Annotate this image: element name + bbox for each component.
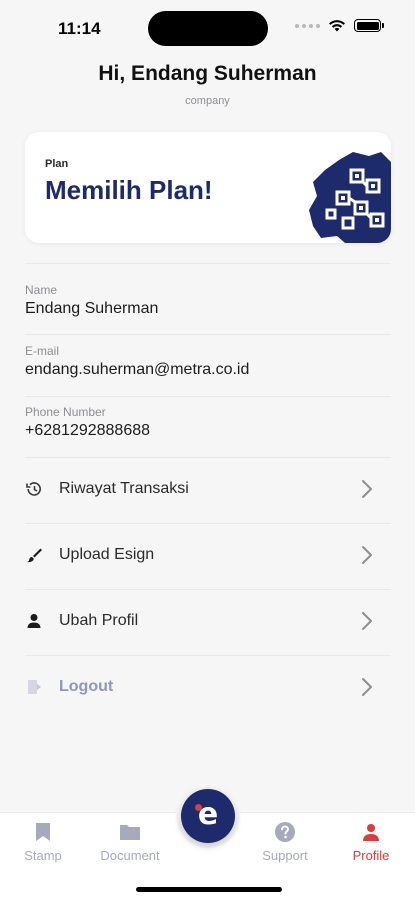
plan-label: Plan [45,158,69,170]
email-value: endang.suherman@metra.co.id [25,361,250,378]
divider [25,263,391,264]
menu-riwayat-transaksi[interactable]: Riwayat Transaksi [25,456,391,522]
tab-stamp[interactable]: Stamp [3,821,83,863]
chevron-right-icon [357,677,377,697]
dynamic-island [148,11,268,46]
menu-upload-esign[interactable]: Upload Esign [25,522,391,588]
tab-label: Profile [352,848,390,863]
help-icon [274,821,296,843]
menu-label: Riwayat Transaksi [59,480,189,497]
phone-label: Phone Number [25,405,106,419]
email-label: E-mail [25,344,60,358]
signal-icon [295,23,320,28]
menu-ubah-profil[interactable]: Ubah Profil [25,588,391,654]
menu-label: Logout [59,678,114,695]
tab-document[interactable]: Document [90,821,170,863]
tab-label: Document [100,848,160,863]
batik-pattern-icon [309,152,391,243]
divider [25,396,391,397]
name-value: Endang Suherman [25,300,159,317]
logout-icon [25,678,43,696]
logo-dot [195,804,202,811]
center-action-button[interactable]: e [181,789,235,843]
battery-icon [354,19,384,32]
name-label: Name [25,283,58,297]
plan-card[interactable]: Plan Memilih Plan! [25,132,391,243]
chevron-right-icon [357,611,377,631]
name-field: Name Endang Suherman [25,283,391,318]
menu-label: Ubah Profil [59,612,139,629]
folder-icon [119,821,141,843]
phone-field: Phone Number +6281292888688 [25,405,391,440]
bookmark-icon [32,821,54,843]
logo-letter: e [197,796,219,832]
tab-support[interactable]: Support [245,821,325,863]
status-time: 11:14 [58,19,101,38]
tab-label: Stamp [24,848,62,863]
email-field: E-mail endang.suherman@metra.co.id [25,344,391,379]
menu-label: Upload Esign [59,546,155,563]
person-icon [360,821,382,843]
center-button-wrap: e [176,784,240,848]
tab-label: Support [262,848,308,863]
phone-value: +6281292888688 [25,422,151,439]
status-bar: 11:14 [0,0,415,54]
chevron-right-icon [357,545,377,565]
tab-profile[interactable]: Profile [331,821,411,863]
home-indicator[interactable] [136,887,282,892]
wifi-icon [329,20,345,32]
greeting-subtitle: company [185,95,230,107]
divider [25,334,391,335]
chevron-right-icon [357,479,377,499]
person-icon [25,612,43,630]
plan-title: Memilih Plan! [45,175,213,205]
history-icon [25,480,43,498]
menu-logout[interactable]: Logout [25,654,391,720]
status-icons [295,19,384,32]
greeting-title: Hi, Endang Suherman [98,62,317,85]
brush-icon [25,546,43,564]
